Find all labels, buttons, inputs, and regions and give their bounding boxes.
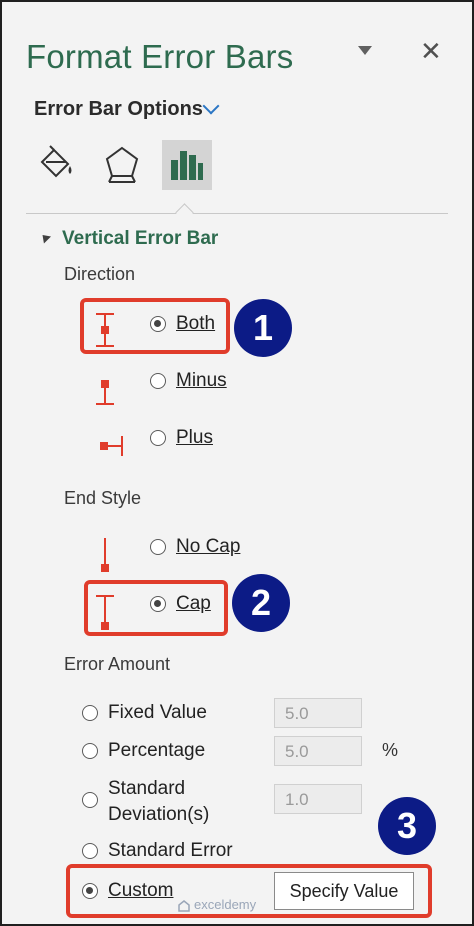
- radio-plus[interactable]: [150, 430, 166, 446]
- effects-pentagon-icon[interactable]: [97, 140, 147, 190]
- chevron-down-icon[interactable]: [202, 97, 220, 115]
- end-style-label: End Style: [64, 488, 142, 508]
- highlight-both: [80, 298, 230, 354]
- section-title-vertical-error-bar[interactable]: Vertical Error Bar: [62, 228, 218, 250]
- watermark-logo-icon: [178, 899, 190, 912]
- std-dev-label-line2[interactable]: Deviation(s): [108, 804, 209, 826]
- std-dev-label-line1[interactable]: Standard: [108, 778, 185, 800]
- direction-label: Direction: [64, 264, 136, 284]
- tab-pointer: [175, 203, 194, 222]
- tab-separator: [26, 213, 448, 214]
- error-bar-minus-icon: [90, 372, 120, 417]
- watermark-text: exceldemy: [194, 897, 257, 912]
- error-amount-label: Error Amount: [64, 654, 171, 674]
- radio-plus-label[interactable]: Plus: [176, 427, 213, 449]
- radio-fixed-value[interactable]: [82, 705, 98, 721]
- pane-options-dropdown-icon[interactable]: [358, 46, 372, 55]
- no-cap-icon: [90, 534, 120, 579]
- format-error-bars-pane: Format Error Bars ✕ Error Bar Options Ve…: [0, 0, 474, 926]
- radio-no-cap[interactable]: [150, 539, 166, 555]
- fixed-value-input[interactable]: 5.0: [274, 698, 362, 728]
- radio-percentage[interactable]: [82, 743, 98, 759]
- close-icon[interactable]: ✕: [420, 36, 442, 66]
- percent-sign: %: [382, 740, 399, 760]
- radio-no-cap-label[interactable]: No Cap: [176, 536, 240, 558]
- pane-title: Format Error Bars: [26, 38, 294, 75]
- highlight-cap: [84, 580, 228, 636]
- radio-standard-error-label[interactable]: Standard Error: [108, 840, 233, 862]
- step-badge-3: 3: [378, 797, 436, 855]
- radio-minus-label[interactable]: Minus: [176, 370, 227, 392]
- radio-minus[interactable]: [150, 373, 166, 389]
- radio-standard-deviation[interactable]: [82, 792, 98, 808]
- step-badge-1: 1: [234, 299, 292, 357]
- percentage-input[interactable]: 5.0: [274, 736, 362, 766]
- error-bar-options-dropdown[interactable]: Error Bar Options: [34, 98, 203, 121]
- radio-fixed-value-label[interactable]: Fixed Value: [108, 702, 207, 724]
- fill-line-icon[interactable]: [32, 140, 82, 190]
- std-dev-input[interactable]: 1.0: [274, 784, 362, 814]
- radio-standard-error[interactable]: [82, 843, 98, 859]
- step-badge-2: 2: [232, 574, 290, 632]
- bar-chart-icon[interactable]: [162, 140, 212, 190]
- collapse-triangle-icon[interactable]: [38, 231, 52, 244]
- error-bar-plus-icon: [96, 430, 126, 465]
- radio-percentage-label[interactable]: Percentage: [108, 740, 205, 762]
